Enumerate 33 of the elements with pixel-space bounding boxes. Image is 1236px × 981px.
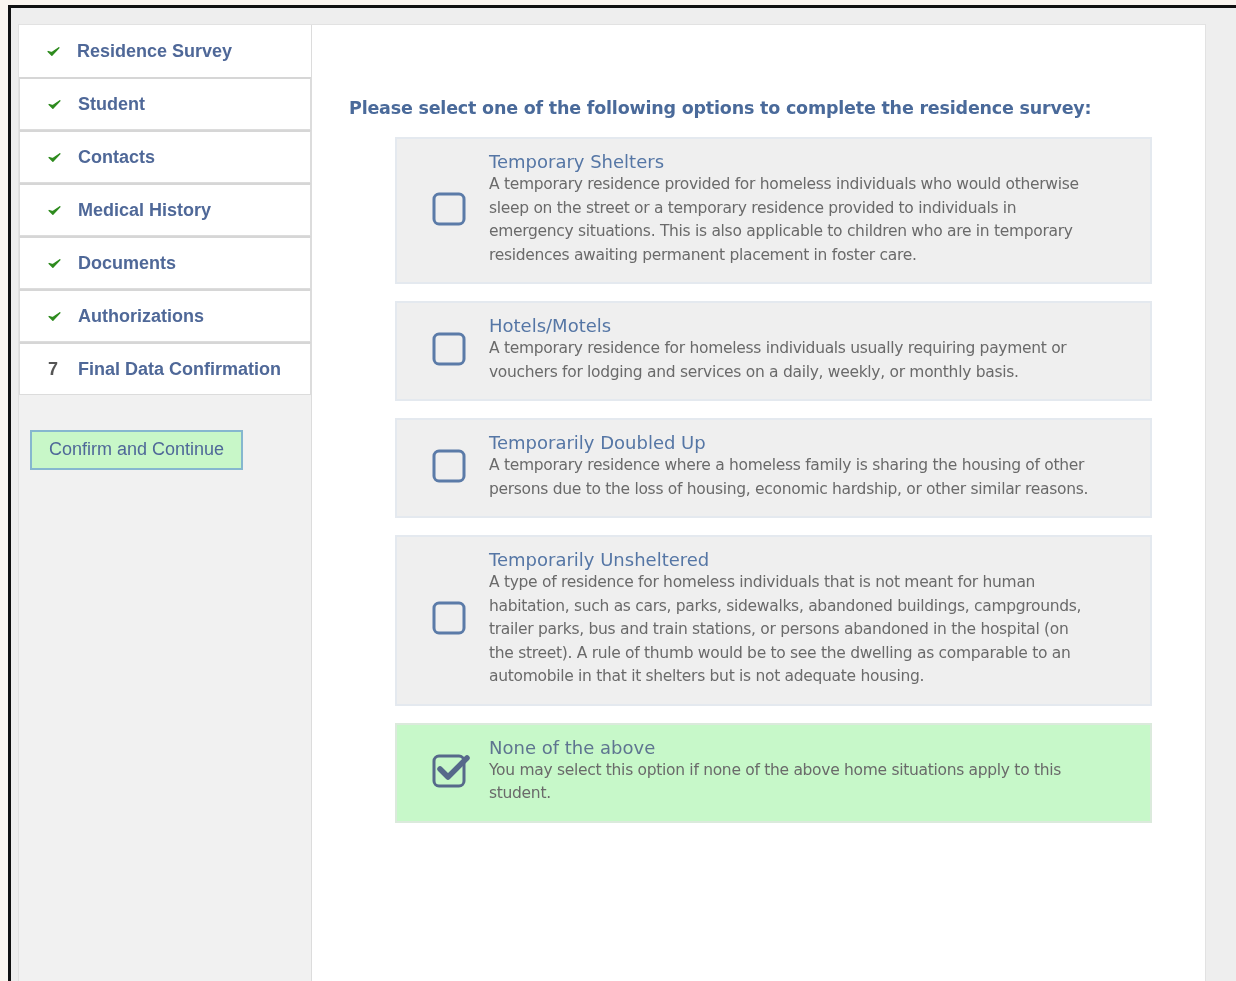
option-card[interactable] — [395, 535, 1152, 706]
step-label: Student — [78, 93, 145, 115]
option-description: A type of residence for homeless individuals that is not meant for human habitation, such as cars, parks, sidewalks, abandoned buildings, campgrounds, trailer parks, bus and train stations, or persons abandoned in the hospital (on the street). A rule of thumb would be to see the dwelling as comparable to an automobile in that it shelters but is not adequate housing. — [489, 572, 1083, 687]
option-card[interactable]: Temporarily Doubled Up A temporary residence where a homeless family is sharing the housing of other persons due to the loss of housing, economic hardship, or other similar reasons. — [395, 418, 1152, 518]
step-tab[interactable]: Contacts — [19, 130, 311, 183]
step-label: Final Data Confirmation — [78, 358, 281, 380]
option-title: Temporary Shelters — [489, 150, 665, 173]
step-tab[interactable]: Medical History — [19, 183, 311, 236]
step-tab[interactable]: Residence Survey — [19, 25, 313, 77]
option-card[interactable]: Hotels/Motels A temporary residence for homeless individuals usually requiring payment or vouchers for lodging and services on a daily, weekly, or monthly basis. — [395, 301, 1152, 401]
step-label: Contacts — [78, 146, 155, 168]
step-label: Medical History — [78, 199, 212, 221]
option-title: Temporarily Doubled Up — [489, 431, 707, 454]
option-card[interactable] — [395, 137, 1152, 284]
step-label: Documents — [78, 252, 176, 274]
option-title: None of the above — [489, 735, 657, 759]
step-tab[interactable]: Student — [19, 77, 311, 130]
step-tab[interactable]: 7 Final Data Confirmation — [19, 342, 311, 395]
step-number: 7 — [48, 358, 59, 380]
option-title: Temporarily Unsheltered — [489, 548, 711, 571]
option-title: Hotels/Motels — [489, 314, 613, 337]
confirm-button[interactable]: Confirm and Continue — [30, 430, 244, 470]
option-description: A temporary residence provided for homeless individuals who would otherwise sleep on the street or a temporary residence provided to individuals in emergency situations. This is also applicable to children who are in temporary residences awaiting permanent placement in foster care. — [489, 174, 1080, 266]
prompt-text: Please select one of the following options to complete the residence survey: — [349, 98, 1093, 118]
option-description: A temporary residence for homeless individuals usually requiring payment or vouchers for lodging and services on a daily, weekly, or monthly basis. — [489, 338, 1068, 383]
checked-checkbox-icon[interactable] — [432, 752, 470, 789]
step-tab[interactable]: Documents — [19, 236, 311, 289]
option-card[interactable]: None of the above You may select this option if none of the above home situations apply to this student. — [395, 722, 1152, 823]
option-description: You may select this option if none of the above home situations apply to this student. — [489, 759, 1063, 804]
option-description: A temporary residence where a homeless family is sharing the housing of other persons due to the loss of housing, economic hardship, or other similar reasons. — [489, 455, 1089, 500]
step-label: Authorizations — [78, 305, 204, 327]
step-tab[interactable]: Authorizations — [19, 289, 311, 342]
step-label: Residence Survey — [77, 40, 233, 62]
